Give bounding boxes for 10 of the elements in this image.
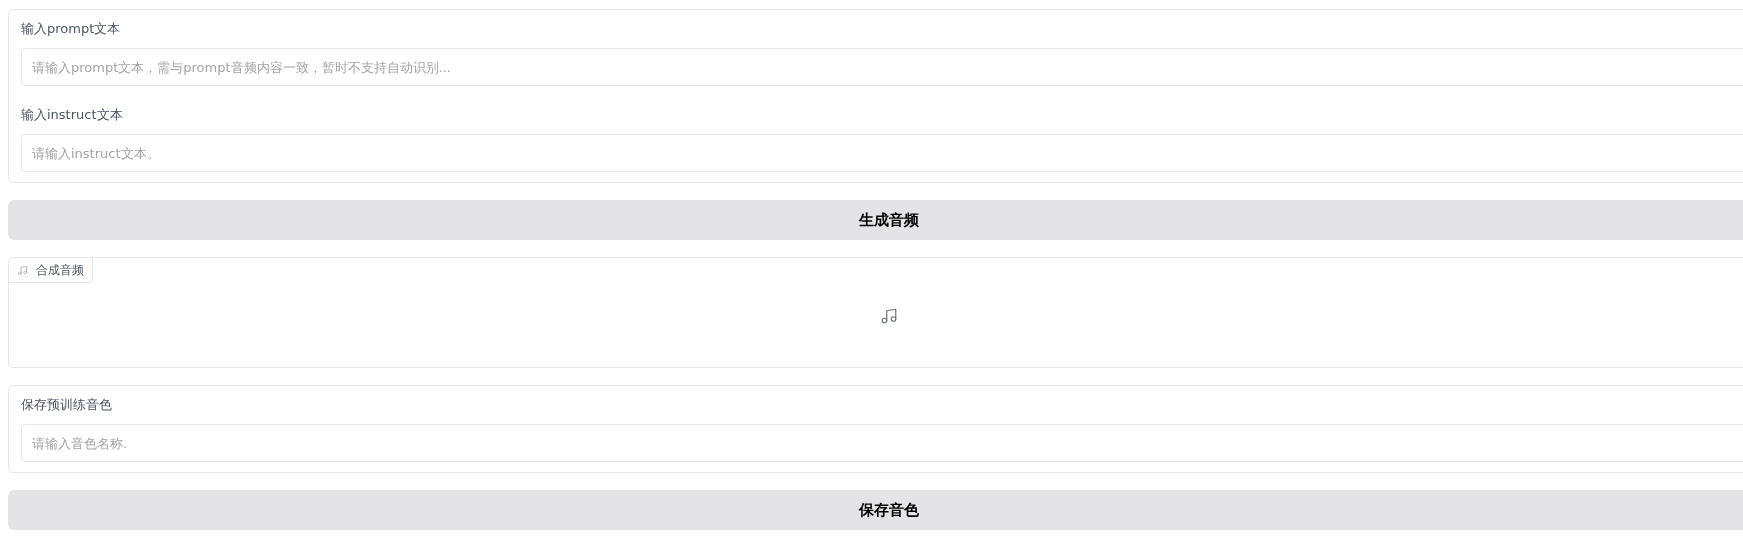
field-label: 输入prompt文本 — [21, 20, 122, 38]
audio-label: 合成音频 — [36, 262, 84, 279]
action-button[interactable]: 保存音色 — [8, 490, 1743, 530]
action-button[interactable]: 生成音频 — [8, 200, 1743, 240]
music-note-icon — [880, 306, 898, 325]
music-note-icon — [17, 264, 28, 276]
text-field[interactable]: 请输入instruct文本。 — [21, 134, 1743, 172]
field-label: 保存预训练音色 — [21, 396, 113, 414]
field-label: 输入instruct文本 — [21, 106, 124, 124]
text-field[interactable]: 请输入音色名称. — [21, 424, 1743, 462]
